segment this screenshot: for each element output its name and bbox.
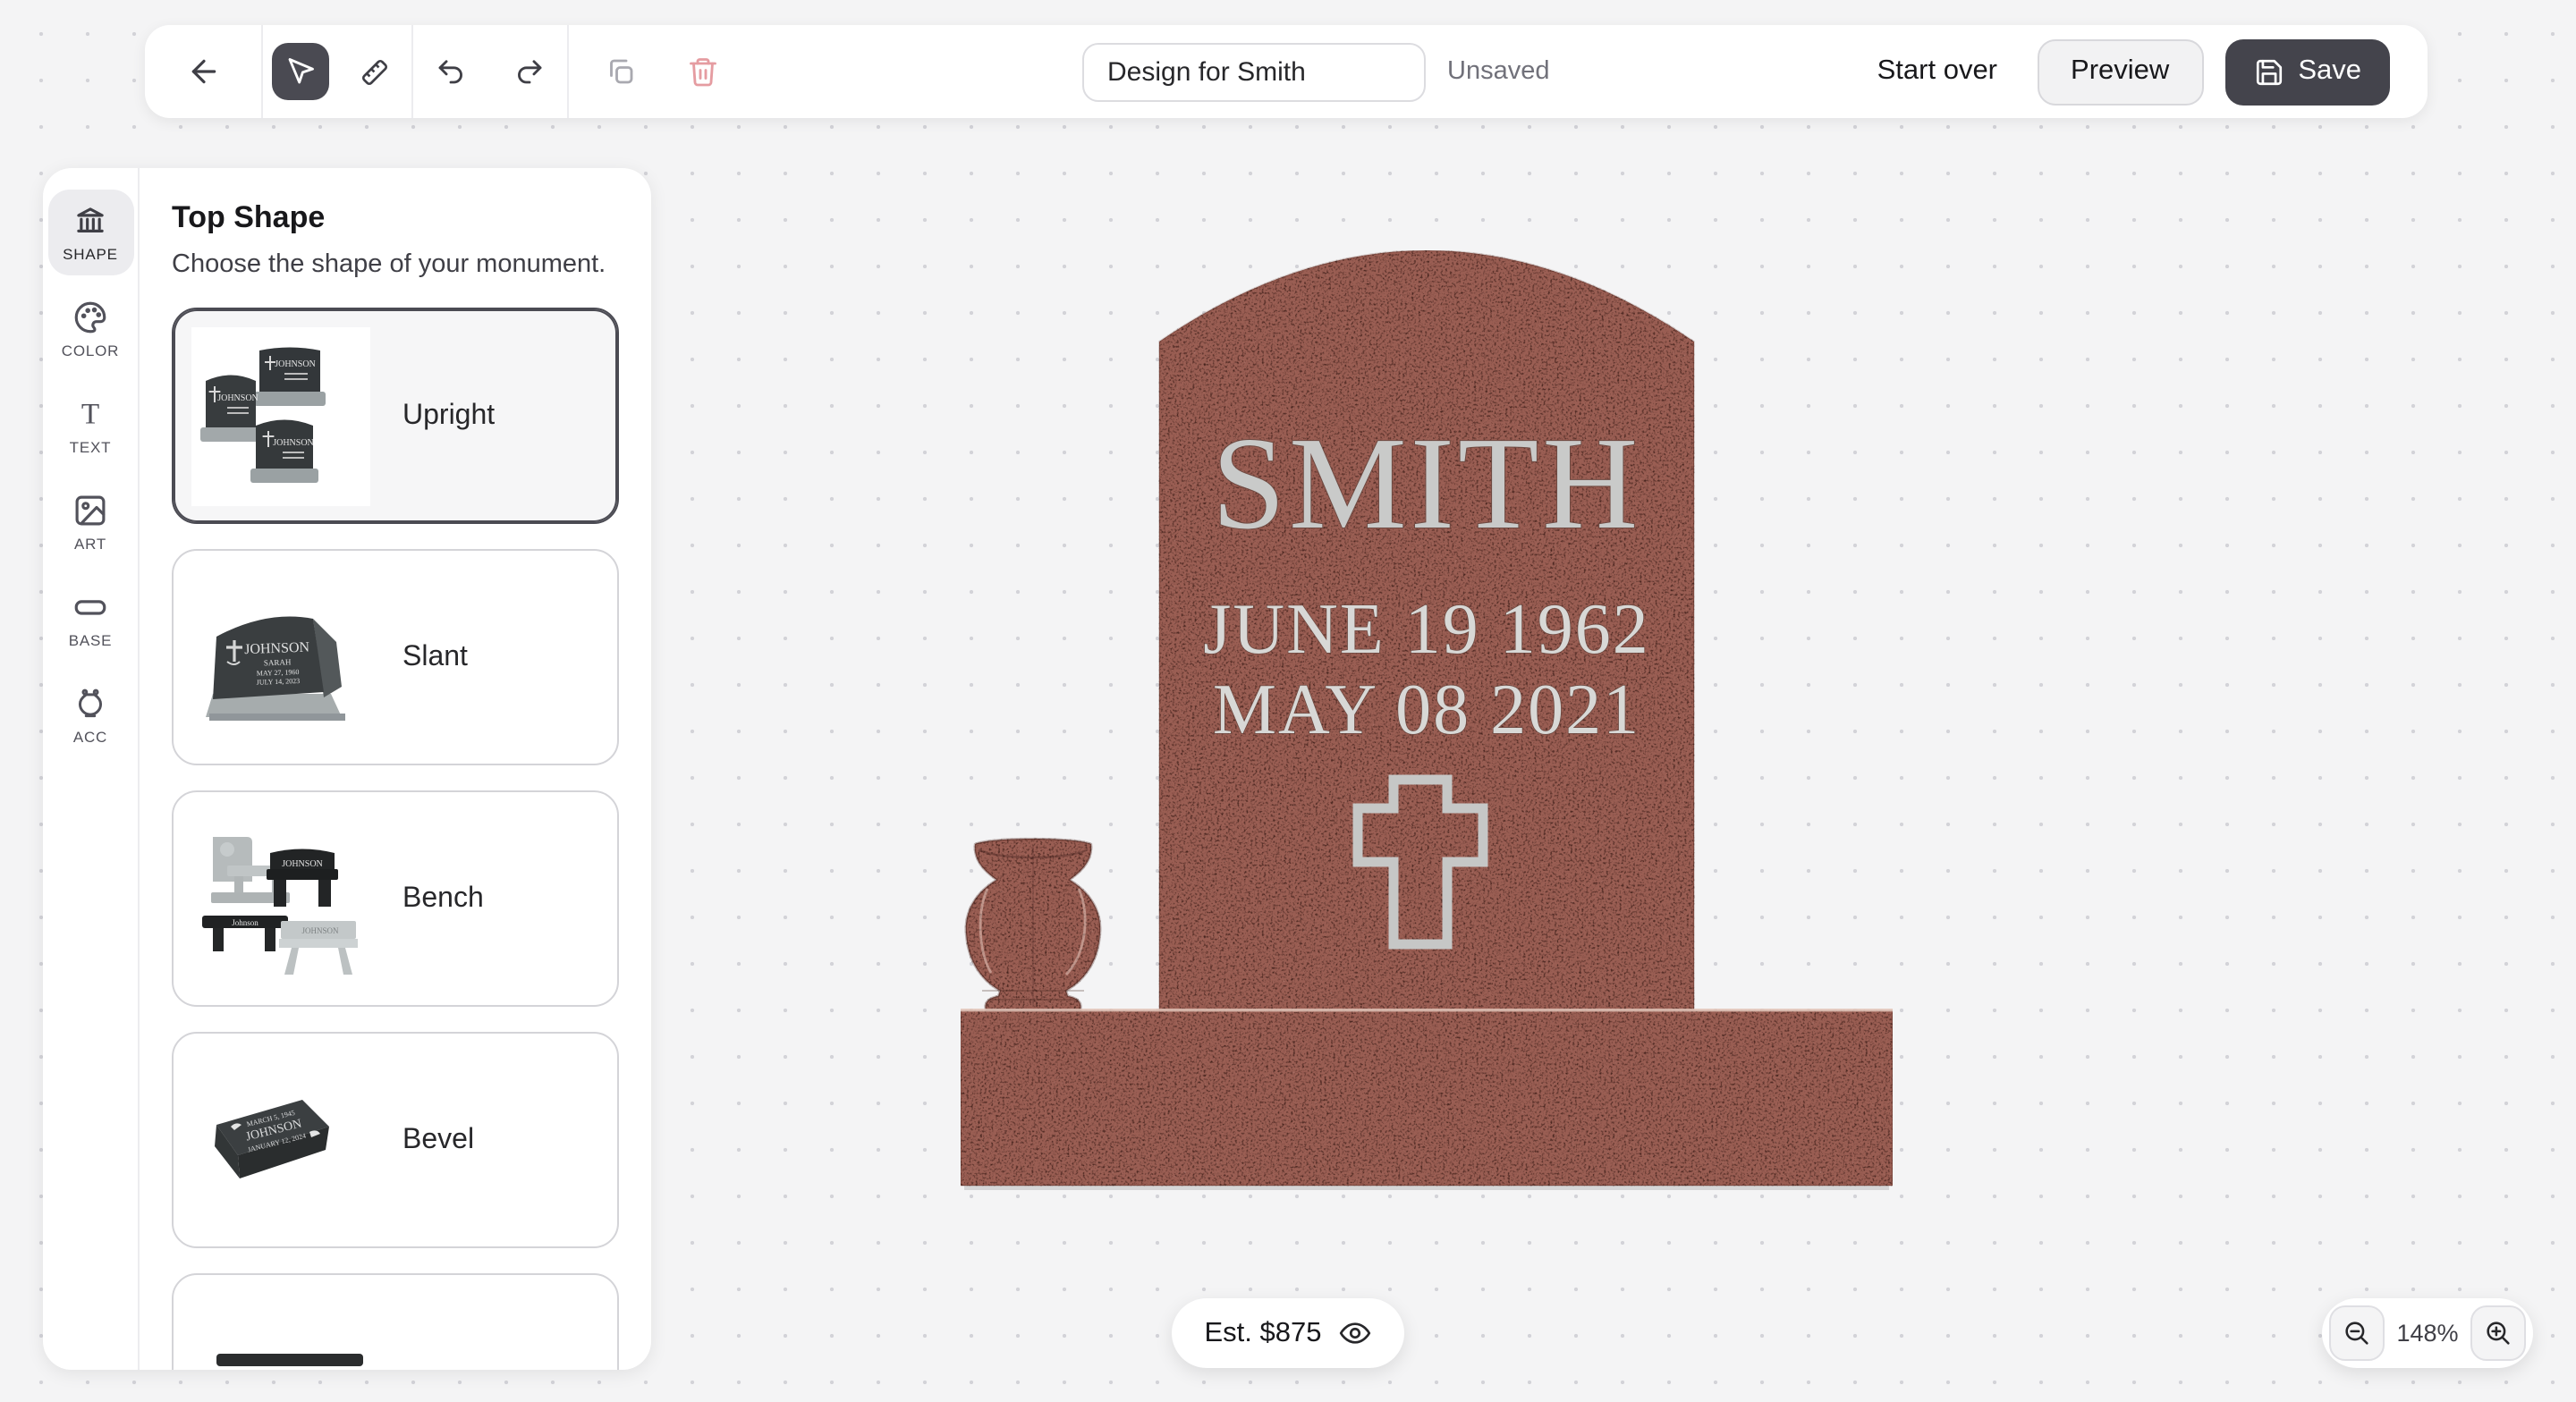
sidebar-item-label: COLOR (62, 342, 119, 359)
sidebar-item-color[interactable]: COLOR (47, 286, 133, 372)
zoom-level-label: 148% (2385, 1320, 2470, 1347)
zoom-out-icon (2342, 1318, 2372, 1348)
zoom-in-icon (2483, 1318, 2513, 1348)
design-title-group: Unsaved (1082, 25, 1549, 118)
engraved-birth-date[interactable]: JUNE 19 1962 (1203, 590, 1650, 669)
undo-icon (435, 55, 467, 88)
svg-text:JOHNSON: JOHNSON (273, 437, 314, 447)
svg-text:SARAH: SARAH (264, 656, 292, 666)
left-panel: SHAPE COLOR T TEXT ART BASE ACC (43, 168, 651, 1370)
shape-option-label: Slant (402, 641, 468, 673)
partial-thumbnail-fragment (216, 1354, 363, 1366)
serif-t-icon: T (72, 395, 109, 433)
sidebar-item-text[interactable]: T TEXT (47, 383, 133, 469)
image-icon (72, 492, 109, 529)
toolbar-right-group: Start over Preview Save (1877, 25, 2428, 118)
delete-button[interactable] (674, 43, 732, 100)
shape-option-slant[interactable]: JOHNSON SARAH MAY 27, 1960 JULY 14, 2023… (172, 549, 619, 765)
svg-text:JOHNSON: JOHNSON (217, 393, 258, 402)
zoom-in-button[interactable] (2470, 1305, 2526, 1361)
base-top-seam (961, 1009, 1893, 1011)
category-rail: SHAPE COLOR T TEXT ART BASE ACC (43, 168, 140, 1370)
engraved-family-name[interactable]: SMITH (1212, 410, 1641, 557)
save-button[interactable]: Save (2224, 38, 2390, 105)
copy-icon (605, 55, 637, 88)
monument-canvas[interactable]: SMITH JUNE 19 1962 MAY 08 2021 (961, 250, 1893, 1191)
zoom-out-button[interactable] (2329, 1305, 2385, 1361)
price-estimate-pill[interactable]: Est. $875 (1172, 1298, 1404, 1368)
panel-subtitle: Choose the shape of your monument. (172, 250, 619, 279)
upright-thumbnail: JOHNSON JOHNSON JOHNSON (191, 326, 370, 505)
monument-designer-app: SMITH JUNE 19 1962 MAY 08 2021 (0, 0, 2576, 1402)
shape-option-upright[interactable]: JOHNSON JOHNSON JOHNSON (172, 308, 619, 524)
ruler-icon (357, 55, 391, 89)
redo-button[interactable] (501, 43, 558, 100)
top-toolbar: Unsaved Start over Preview Save (145, 25, 2428, 118)
start-over-button[interactable]: Start over (1877, 55, 1997, 88)
price-estimate-label: Est. $875 (1205, 1317, 1322, 1349)
sidebar-item-label: ACC (73, 728, 107, 746)
sidebar-item-label: BASE (69, 631, 113, 649)
monument-base[interactable] (961, 1010, 1893, 1186)
svg-text:JOHNSON: JOHNSON (244, 639, 310, 657)
sidebar-item-label: SHAPE (63, 245, 118, 263)
undo-button[interactable] (422, 43, 479, 100)
design-title-input[interactable] (1082, 42, 1426, 101)
shape-option-partial[interactable] (172, 1273, 619, 1370)
save-status: Unsaved (1447, 57, 1549, 86)
svg-text:MAY 27, 1960: MAY 27, 1960 (257, 667, 300, 677)
shape-option-label: Bevel (402, 1124, 474, 1156)
svg-text:JOHNSON: JOHNSON (275, 359, 316, 368)
save-button-label: Save (2298, 55, 2361, 88)
bench-thumbnail: JOHNSON Johnson JOHNSON (191, 809, 370, 988)
measure-tool-button[interactable] (345, 43, 402, 100)
back-button[interactable] (174, 43, 232, 100)
slant-thumbnail: JOHNSON SARAH MAY 27, 1960 JULY 14, 2023 (191, 568, 370, 747)
landmark-icon (72, 202, 109, 240)
shape-option-label: Upright (402, 400, 495, 432)
sidebar-item-label: ART (74, 535, 106, 553)
shape-option-label: Bench (402, 883, 484, 915)
panel-title: Top Shape (172, 200, 619, 236)
redo-icon (513, 55, 546, 88)
sidebar-item-label: TEXT (70, 438, 112, 456)
sidebar-item-base[interactable]: BASE (47, 576, 133, 662)
sidebar-item-shape[interactable]: SHAPE (47, 190, 133, 275)
sidebar-item-art[interactable]: ART (47, 479, 133, 565)
cursor-pointer-icon (284, 55, 317, 88)
back-arrow-icon (185, 54, 221, 89)
palette-icon (72, 299, 109, 336)
svg-text:T: T (81, 398, 99, 431)
svg-text:JOHNSON: JOHNSON (282, 858, 323, 868)
shape-option-bench[interactable]: JOHNSON Johnson JOHNSON Bench (172, 790, 619, 1007)
urn-icon (72, 685, 109, 722)
rounded-rect-icon (72, 588, 109, 626)
svg-text:JULY 14, 2023: JULY 14, 2023 (257, 676, 301, 686)
trash-icon (687, 55, 719, 88)
svg-text:JOHNSON: JOHNSON (301, 925, 339, 934)
duplicate-button[interactable] (592, 43, 649, 100)
engraved-death-date[interactable]: MAY 08 2021 (1213, 671, 1640, 749)
bevel-thumbnail: MARCH 5, 1945 JOHNSON JANUARY 12, 2024 (191, 1051, 370, 1229)
select-tool-button[interactable] (272, 43, 329, 100)
svg-text:Johnson: Johnson (232, 917, 258, 926)
zoom-control: 148% (2322, 1298, 2533, 1368)
shape-panel: Top Shape Choose the shape of your monum… (140, 168, 651, 1370)
shape-option-bevel[interactable]: MARCH 5, 1945 JOHNSON JANUARY 12, 2024 B… (172, 1032, 619, 1248)
preview-button[interactable]: Preview (2037, 38, 2203, 105)
floppy-disk-icon (2253, 56, 2284, 87)
sidebar-item-acc[interactable]: ACC (47, 672, 133, 758)
shape-options-list: JOHNSON JOHNSON JOHNSON (172, 308, 619, 1370)
eye-icon[interactable] (1338, 1316, 1372, 1350)
